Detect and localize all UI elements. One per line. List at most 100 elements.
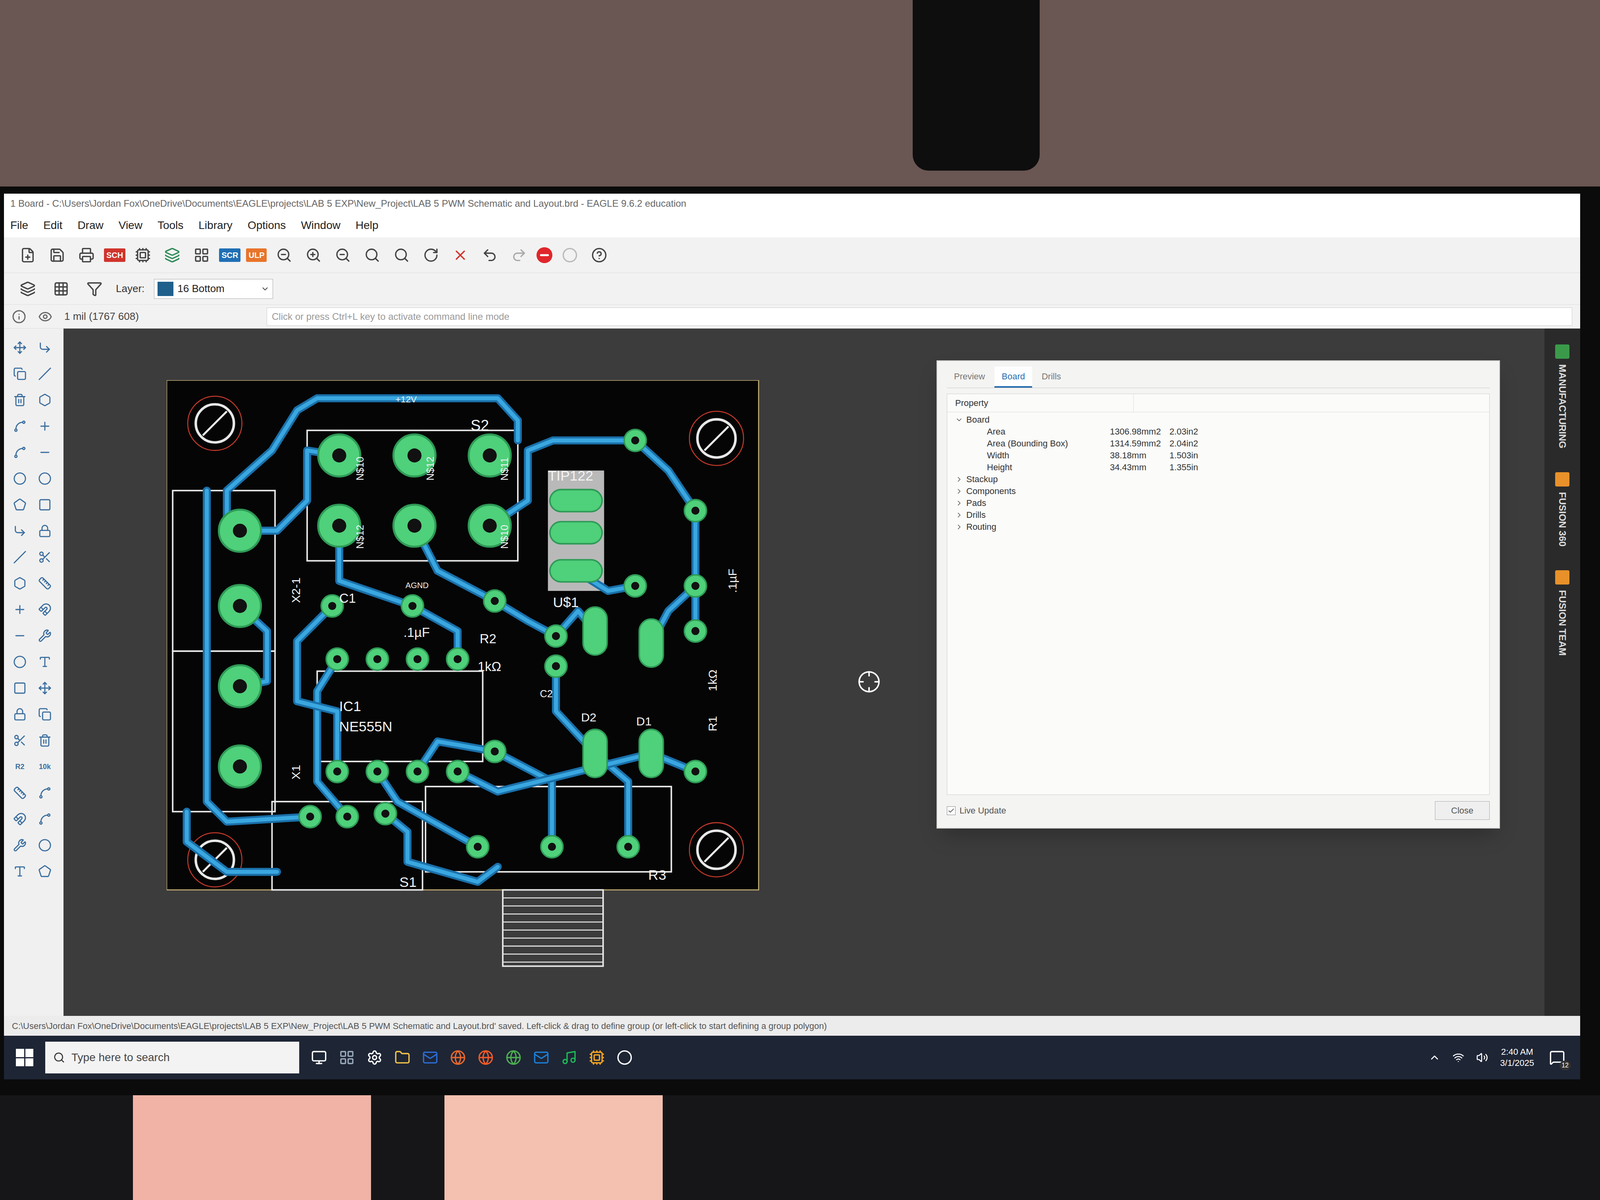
tool-b-17-button[interactable] <box>33 807 56 831</box>
toolbar-text-button[interactable]: SCR <box>219 248 241 262</box>
side-panel-tab[interactable]: MANUFACTURING <box>1555 344 1570 449</box>
tool-10-button[interactable] <box>8 598 31 621</box>
tool-b-1-button[interactable] <box>33 362 56 385</box>
spotify-icon[interactable] <box>561 1049 577 1066</box>
redo-button[interactable] <box>507 243 531 268</box>
tool-b-16-button[interactable] <box>33 781 56 804</box>
go-button[interactable] <box>557 243 582 268</box>
eye-icon[interactable] <box>38 309 53 324</box>
tool-15-button[interactable] <box>8 729 31 752</box>
layers-button[interactable] <box>15 276 40 301</box>
layer-select[interactable]: 16 Bottom <box>153 278 274 299</box>
toolbar-text-button[interactable]: ULP <box>246 248 267 262</box>
menu-item[interactable]: Tools <box>157 217 184 234</box>
tool-b-18-button[interactable] <box>33 834 56 857</box>
tool-17-button[interactable] <box>8 807 31 831</box>
tool-19-button[interactable] <box>8 860 31 883</box>
tool-b-4-button[interactable] <box>33 441 56 464</box>
tree-group-row[interactable]: Drills <box>955 509 1482 522</box>
app-icon[interactable] <box>616 1049 633 1066</box>
tree-group-row[interactable]: Stackup <box>955 473 1482 486</box>
side-panel-tab[interactable]: FUSION TEAM <box>1555 570 1570 656</box>
zoom-in-button[interactable] <box>301 243 326 268</box>
redraw-button[interactable] <box>419 243 443 268</box>
filter-button[interactable] <box>82 276 107 301</box>
tree-group-row[interactable]: Routing <box>955 521 1482 533</box>
tool-0-button[interactable] <box>8 336 31 359</box>
tool-b-11-button[interactable] <box>33 624 56 647</box>
info-icon[interactable] <box>11 309 27 324</box>
cam-button[interactable] <box>160 243 185 268</box>
tool-b-14-button[interactable] <box>33 703 56 726</box>
tool-16-button[interactable] <box>8 781 31 804</box>
help-button[interactable] <box>587 243 612 268</box>
tool-b-9-button[interactable] <box>33 572 56 595</box>
menu-item[interactable]: File <box>10 217 29 234</box>
live-update-checkbox[interactable]: Live Update <box>946 803 1006 818</box>
notification-button[interactable]: 12 <box>1546 1046 1569 1069</box>
tool-13-button[interactable] <box>8 676 31 700</box>
settings-icon[interactable] <box>366 1049 383 1066</box>
tool-9-button[interactable] <box>8 572 31 595</box>
save-button[interactable] <box>45 243 70 268</box>
dialog-tab[interactable]: Preview <box>946 366 993 388</box>
tool-8-button[interactable] <box>8 546 31 569</box>
tool-3-button[interactable] <box>8 415 31 438</box>
start-button[interactable] <box>15 1048 34 1067</box>
tool-b-12-button[interactable] <box>33 650 56 674</box>
tool-12-button[interactable] <box>8 650 31 674</box>
library-button[interactable] <box>189 243 214 268</box>
tray-expand-icon[interactable] <box>1428 1051 1441 1064</box>
tool-b-0-button[interactable] <box>33 336 56 359</box>
tool-2-button[interactable] <box>8 388 31 412</box>
board-info-dialog[interactable]: PreviewBoardDrillsPropertyBoardArea1306.… <box>936 360 1500 829</box>
palette-label-button[interactable]: 10k <box>33 755 56 778</box>
tool-14-button[interactable] <box>8 703 31 726</box>
zoom-fit-button[interactable] <box>272 243 297 268</box>
tool-1-button[interactable] <box>8 362 31 385</box>
tree-group-row[interactable]: Components <box>955 485 1482 498</box>
command-line[interactable]: Click or press Ctrl+L key to activate co… <box>266 307 1573 326</box>
tree-group-row[interactable]: Board <box>955 413 1482 426</box>
menu-item[interactable]: View <box>118 217 143 234</box>
board-canvas[interactable]: +12VS2N$10N$12N$11N$12N$10TIP122U$1C1.1µ… <box>63 328 1545 1016</box>
menu-item[interactable]: Help <box>355 217 379 234</box>
chrome-icon[interactable] <box>505 1049 522 1066</box>
tool-7-button[interactable] <box>8 519 31 543</box>
undo-button[interactable] <box>477 243 502 268</box>
calculator-icon[interactable] <box>338 1049 355 1066</box>
tool-b-6-button[interactable] <box>33 493 56 516</box>
pcb-board[interactable]: +12VS2N$10N$12N$11N$12N$10TIP122U$1C1.1µ… <box>166 380 769 973</box>
tool-b-3-button[interactable] <box>33 415 56 438</box>
tool-b-19-button[interactable] <box>33 860 56 883</box>
tree-group-row[interactable]: Pads <box>955 497 1482 510</box>
menu-item[interactable]: Window <box>300 217 341 234</box>
tool-b-7-button[interactable] <box>33 519 56 543</box>
menu-item[interactable]: Library <box>198 217 233 234</box>
word-icon[interactable] <box>422 1049 439 1066</box>
tool-6-button[interactable] <box>8 493 31 516</box>
zoom-last-button[interactable] <box>389 243 414 268</box>
toolbar-text-button[interactable]: SCH <box>103 248 126 262</box>
stop-button[interactable] <box>536 247 553 264</box>
task-view-icon[interactable] <box>311 1049 327 1066</box>
taskbar-search[interactable]: Type here to search <box>45 1041 300 1074</box>
tool-5-button[interactable] <box>8 467 31 490</box>
menu-item[interactable]: Edit <box>43 217 63 234</box>
zoom-select-button[interactable] <box>360 243 385 268</box>
zoom-out-button[interactable] <box>330 243 355 268</box>
brave-icon[interactable] <box>477 1049 494 1066</box>
tool-b-2-button[interactable] <box>33 388 56 412</box>
tool-11-button[interactable] <box>8 624 31 647</box>
outlook-icon[interactable] <box>533 1049 550 1066</box>
dialog-tab[interactable]: Board <box>994 366 1033 388</box>
side-panel-tab[interactable]: FUSION 360 <box>1555 472 1570 547</box>
menu-item[interactable]: Draw <box>77 217 104 234</box>
tool-18-button[interactable] <box>8 834 31 857</box>
palette-label-button[interactable]: R2 <box>8 755 31 778</box>
tool-b-15-button[interactable] <box>33 729 56 752</box>
network-icon[interactable] <box>1452 1051 1465 1064</box>
explorer-icon[interactable] <box>394 1049 411 1066</box>
new-button[interactable] <box>15 243 40 268</box>
close-button[interactable]: Close <box>1434 801 1490 820</box>
